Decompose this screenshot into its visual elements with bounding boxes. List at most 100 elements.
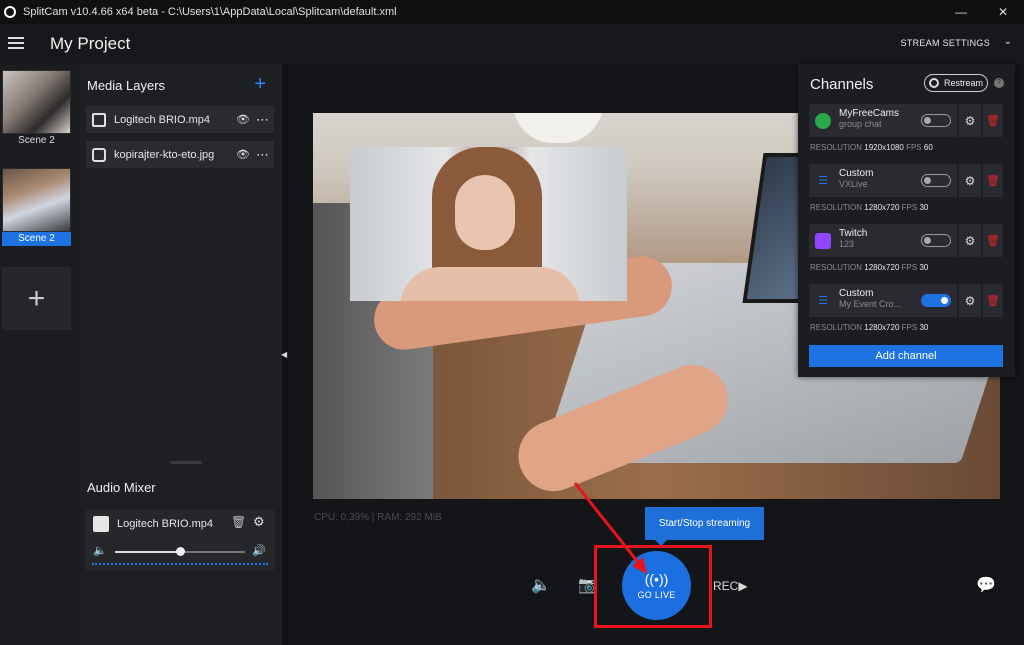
channel-toggle[interactable] — [921, 234, 951, 247]
layer-item[interactable]: Logitech BRIO.mp4 👁 ⋯ — [86, 106, 274, 133]
trash-icon[interactable]: 🗑 — [231, 515, 246, 529]
title-bar: SplitCam v10.4.66 x64 beta - C:\Users\1\… — [0, 0, 1024, 24]
collapse-panel-icon[interactable]: ◀ — [281, 347, 288, 361]
overlay-shoulders — [400, 267, 580, 301]
speaker-icon[interactable]: 🔈 — [531, 575, 551, 595]
fps-label: FPS — [906, 143, 922, 152]
channel-subtitle: My Event Cro... — [839, 299, 902, 309]
resolution-label: RESOLUTION — [810, 323, 863, 332]
layer-name: kopirajter-kto-eto.jpg — [114, 148, 215, 161]
myfreecams-icon — [815, 113, 831, 129]
channel-card[interactable]: ☰ Custom My Event Cro... — [809, 284, 957, 317]
resolution-value: 1280x720 — [864, 323, 900, 332]
channel-name: Custom — [839, 168, 874, 179]
fps-label: FPS — [901, 323, 918, 332]
highlight-annotation — [594, 545, 712, 628]
channels-title: Channels — [810, 76, 874, 93]
more-options-icon[interactable]: ⋯ — [256, 147, 269, 163]
gear-icon[interactable]: ⚙ — [959, 104, 981, 137]
channel-card[interactable]: MyFreeCams group chat — [809, 104, 957, 137]
channel-subtitle: 123 — [839, 239, 855, 249]
custom-sliders-icon: ☰ — [818, 175, 828, 187]
media-layers-panel: Media Layers + Logitech BRIO.mp4 👁 ⋯ kop… — [80, 64, 282, 645]
eye-icon[interactable]: 👁 — [236, 148, 250, 161]
image-layer-overlay[interactable] — [350, 147, 627, 301]
channel-toggle[interactable] — [921, 174, 951, 187]
mute-speaker-icon[interactable]: 🔈 — [93, 544, 107, 557]
channel-toggle[interactable] — [921, 114, 951, 127]
trash-icon[interactable]: 🗑 — [983, 284, 1003, 317]
window-controls: — ✕ — [940, 0, 1024, 24]
gear-icon[interactable]: ⚙ — [959, 224, 981, 257]
scene-thumbnail — [2, 168, 71, 232]
image-icon — [92, 147, 106, 162]
minimize-button[interactable]: — — [940, 0, 982, 24]
channel-subtitle: VXLive — [839, 179, 868, 189]
audio-mixer-title: Audio Mixer — [87, 480, 156, 495]
channel-resolution: RESOLUTION 1280x720 FPS 30 — [810, 263, 928, 272]
chat-icon[interactable]: 💬 — [976, 575, 996, 595]
channel-card[interactable]: Twitch 123 — [809, 224, 957, 257]
channel-resolution: RESOLUTION 1280x720 FPS 30 — [810, 203, 928, 212]
gear-icon[interactable]: ⚙ — [253, 514, 265, 530]
resolution-label: RESOLUTION — [810, 203, 863, 212]
channel-name: MyFreeCams — [839, 108, 900, 119]
resolution-value: 1280x720 — [864, 263, 900, 272]
gear-icon[interactable]: ⚙ — [959, 284, 981, 317]
stream-settings-button[interactable]: STREAM SETTINGS — [900, 38, 990, 48]
channel-toggle[interactable] — [921, 294, 951, 307]
add-layer-button[interactable]: + — [254, 74, 266, 94]
channel-resolution: RESOLUTION 1920x1080 FPS 60 — [810, 143, 933, 152]
rec-icon[interactable]: REC▶ — [713, 579, 748, 593]
panel-resize-handle[interactable] — [170, 461, 202, 464]
custom-sliders-icon: ☰ — [818, 295, 828, 307]
add-scene-button[interactable]: + — [2, 267, 71, 330]
scene-label: Scene 2 — [2, 232, 71, 246]
eye-icon[interactable]: 👁 — [236, 113, 250, 126]
overlay-face — [455, 175, 515, 250]
chevron-down-icon[interactable]: ⌄ — [1004, 36, 1012, 47]
fps-label: FPS — [901, 263, 918, 272]
layer-name: Logitech BRIO.mp4 — [114, 113, 210, 126]
window-title: SplitCam v10.4.66 x64 beta - C:\Users\1\… — [23, 6, 397, 18]
restream-button[interactable]: Restream — [924, 74, 988, 92]
restream-label: Restream — [944, 78, 984, 88]
twitch-icon — [815, 233, 831, 249]
scene-item-active[interactable]: Scene 2 — [2, 168, 71, 246]
gear-icon[interactable]: ⚙ — [959, 164, 981, 197]
scene-thumbnail — [2, 70, 71, 134]
close-button[interactable]: ✕ — [982, 0, 1024, 24]
fps-value: 30 — [919, 203, 929, 212]
scenes-panel: Scene 2 Scene 2 + — [0, 64, 80, 645]
audio-source-name: Logitech BRIO.mp4 — [117, 518, 213, 530]
fps-value: 60 — [923, 143, 933, 152]
help-icon[interactable]: ? — [994, 78, 1004, 88]
trash-icon[interactable]: 🗑 — [983, 104, 1003, 137]
app-header: My Project STREAM SETTINGS ⌄ — [0, 24, 1024, 64]
trash-icon[interactable]: 🗑 — [983, 224, 1003, 257]
audio-level-meter — [92, 563, 268, 565]
layer-item[interactable]: kopirajter-kto-eto.jpg 👁 ⋯ — [86, 141, 274, 168]
preview-cup — [513, 113, 603, 143]
add-channel-button[interactable]: Add channel — [809, 345, 1003, 367]
media-layers-title: Media Layers — [87, 78, 166, 93]
volume-slider-knob[interactable] — [176, 547, 185, 556]
video-icon — [92, 112, 106, 127]
fps-value: 30 — [919, 323, 929, 332]
music-note-icon — [93, 516, 109, 532]
project-title: My Project — [50, 34, 131, 53]
more-options-icon[interactable]: ⋯ — [256, 112, 269, 128]
hamburger-menu-icon[interactable] — [8, 37, 24, 49]
splitcam-logo-icon — [4, 6, 16, 18]
resolution-label: RESOLUTION — [810, 263, 863, 272]
fps-value: 30 — [919, 263, 929, 272]
restream-icon — [929, 78, 939, 88]
trash-icon[interactable]: 🗑 — [983, 164, 1003, 197]
channel-name: Twitch — [839, 228, 868, 239]
resolution-label: RESOLUTION — [810, 143, 863, 152]
scene-item[interactable]: Scene 2 — [2, 70, 71, 148]
channel-subtitle: group chat — [839, 119, 882, 129]
audio-source-item: Logitech BRIO.mp4 🗑 ⚙ 🔈 🔊 — [86, 509, 274, 571]
channel-card[interactable]: ☰ Custom VXLive — [809, 164, 957, 197]
speaker-icon[interactable]: 🔊 — [252, 544, 266, 557]
